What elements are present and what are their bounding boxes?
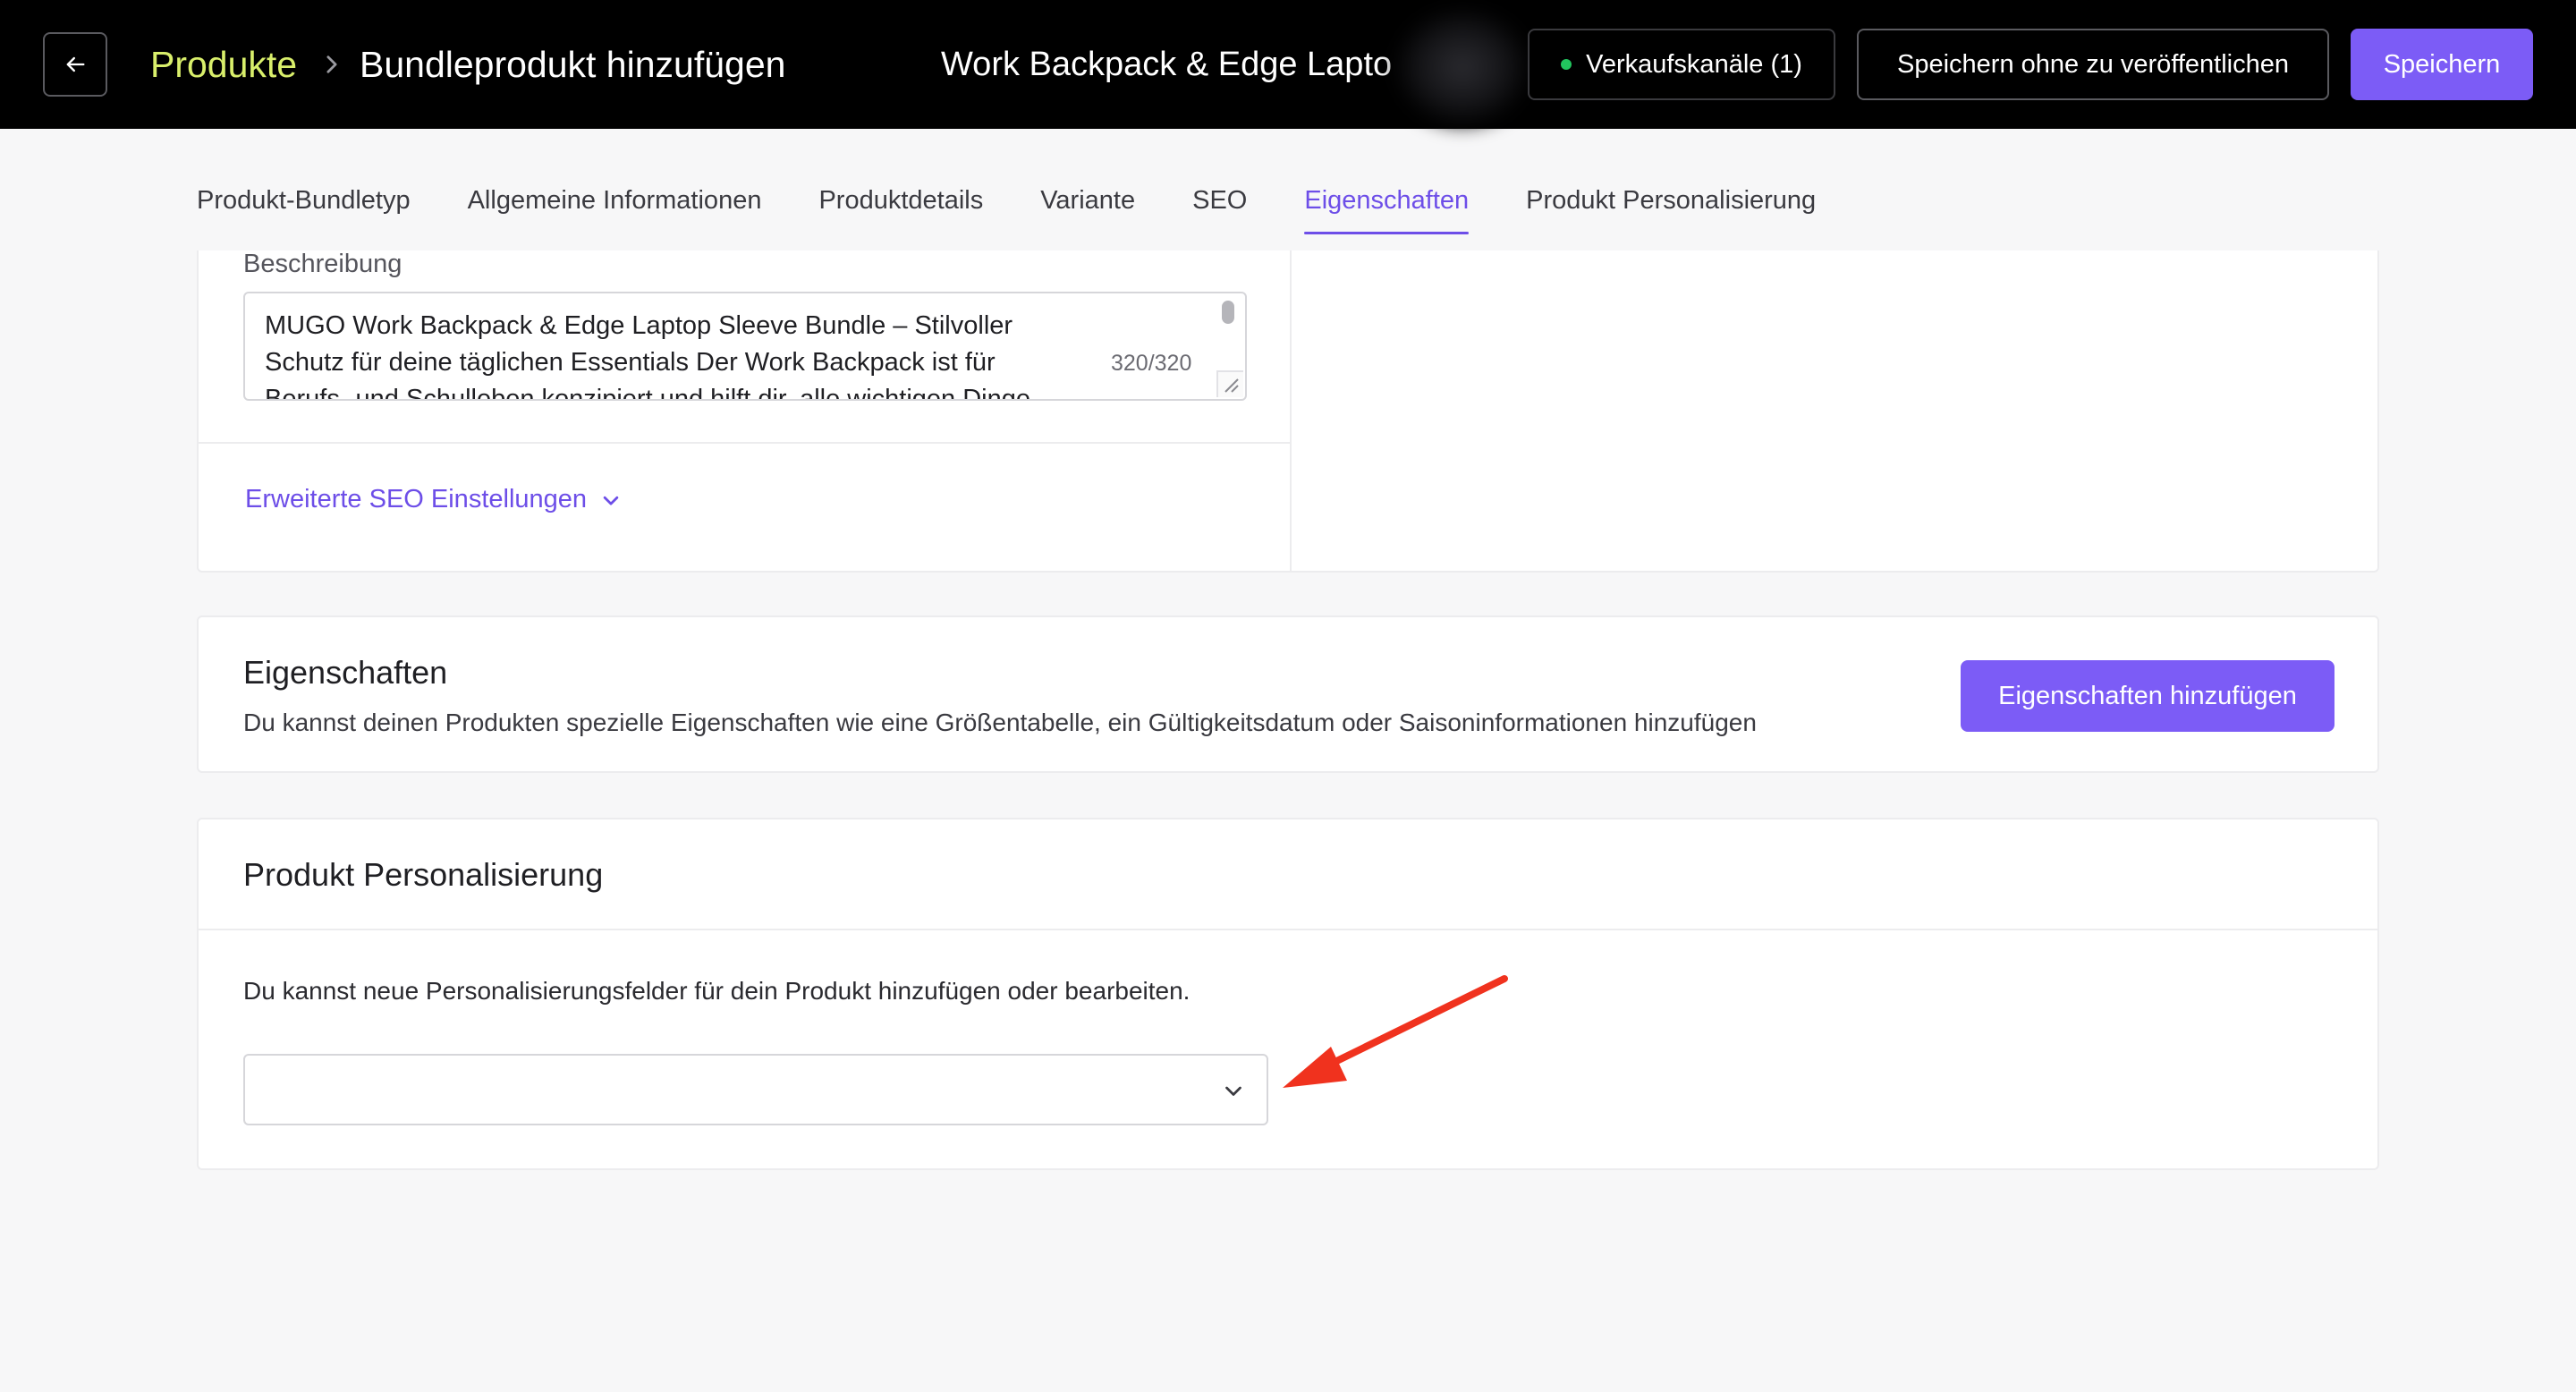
description-label: Beschreibung <box>243 250 402 278</box>
tab-personalization[interactable]: Produkt Personalisierung <box>1526 177 1816 231</box>
chevron-down-icon <box>603 496 619 505</box>
tab-variant[interactable]: Variante <box>1040 177 1135 231</box>
properties-description: Du kannst deinen Produkten spezielle Eig… <box>243 709 1757 736</box>
properties-card: Eigenschaften Du kannst deinen Produkten… <box>197 615 2379 773</box>
breadcrumb-root-link[interactable]: Produkte <box>150 39 297 89</box>
personalization-title: Produkt Personalisierung <box>243 856 604 893</box>
seo-card: Beschreibung MUGO Work Backpack & Edge L… <box>197 250 2379 573</box>
column-divider <box>1290 250 1292 571</box>
product-name-title: Work Backpack & Edge Lapto <box>941 46 1393 83</box>
section-tabs: Produkt-Bundletyp Allgemeine Information… <box>197 177 1816 234</box>
advanced-seo-label: Erweiterte SEO Einstellungen <box>245 485 588 514</box>
divider <box>199 442 1290 444</box>
sales-channels-label: Verkaufskanäle (1) <box>1586 49 1802 79</box>
arrow-left-icon <box>66 56 85 72</box>
divider <box>199 929 2377 930</box>
sales-channels-button[interactable]: Verkaufskanäle (1) <box>1528 29 1835 100</box>
breadcrumb-current: Bundleprodukt hinzufügen <box>360 44 786 85</box>
top-bar: Produkte Bundleprodukt hinzufügen Work B… <box>0 0 2576 129</box>
tab-product-details[interactable]: Produktdetails <box>818 177 983 231</box>
add-properties-button[interactable]: Eigenschaften hinzufügen <box>1961 660 2334 732</box>
personalization-description: Du kannst neue Personalisierungsfelder f… <box>243 977 1191 1005</box>
chevron-down-icon <box>1222 1079 1245 1102</box>
tab-properties[interactable]: Eigenschaften <box>1304 177 1469 234</box>
textarea-scrollbar[interactable] <box>1222 301 1234 324</box>
save-without-publish-button[interactable]: Speichern ohne zu veröffentlichen <box>1857 29 2329 100</box>
blurred-avatar <box>1395 9 1530 125</box>
tab-seo[interactable]: SEO <box>1192 177 1247 231</box>
description-char-counter: 320/320 <box>1111 351 1192 376</box>
tab-bundle-type[interactable]: Produkt-Bundletyp <box>197 177 411 231</box>
save-button[interactable]: Speichern <box>2351 29 2533 100</box>
back-button[interactable] <box>43 32 107 97</box>
chevron-right-icon <box>318 47 345 82</box>
personalization-select[interactable] <box>243 1054 1268 1125</box>
annotation-arrow-icon <box>1283 975 1508 1088</box>
status-dot-icon <box>1561 59 1572 70</box>
resize-handle-icon[interactable] <box>1216 370 1243 397</box>
advanced-seo-toggle[interactable]: Erweiterte SEO Einstellungen <box>245 485 621 514</box>
properties-title: Eigenschaften <box>243 654 448 691</box>
description-text: MUGO Work Backpack & Edge Laptop Sleeve … <box>265 311 1030 401</box>
tab-general-info[interactable]: Allgemeine Informationen <box>468 177 762 231</box>
description-textarea[interactable]: MUGO Work Backpack & Edge Laptop Sleeve … <box>243 292 1247 401</box>
